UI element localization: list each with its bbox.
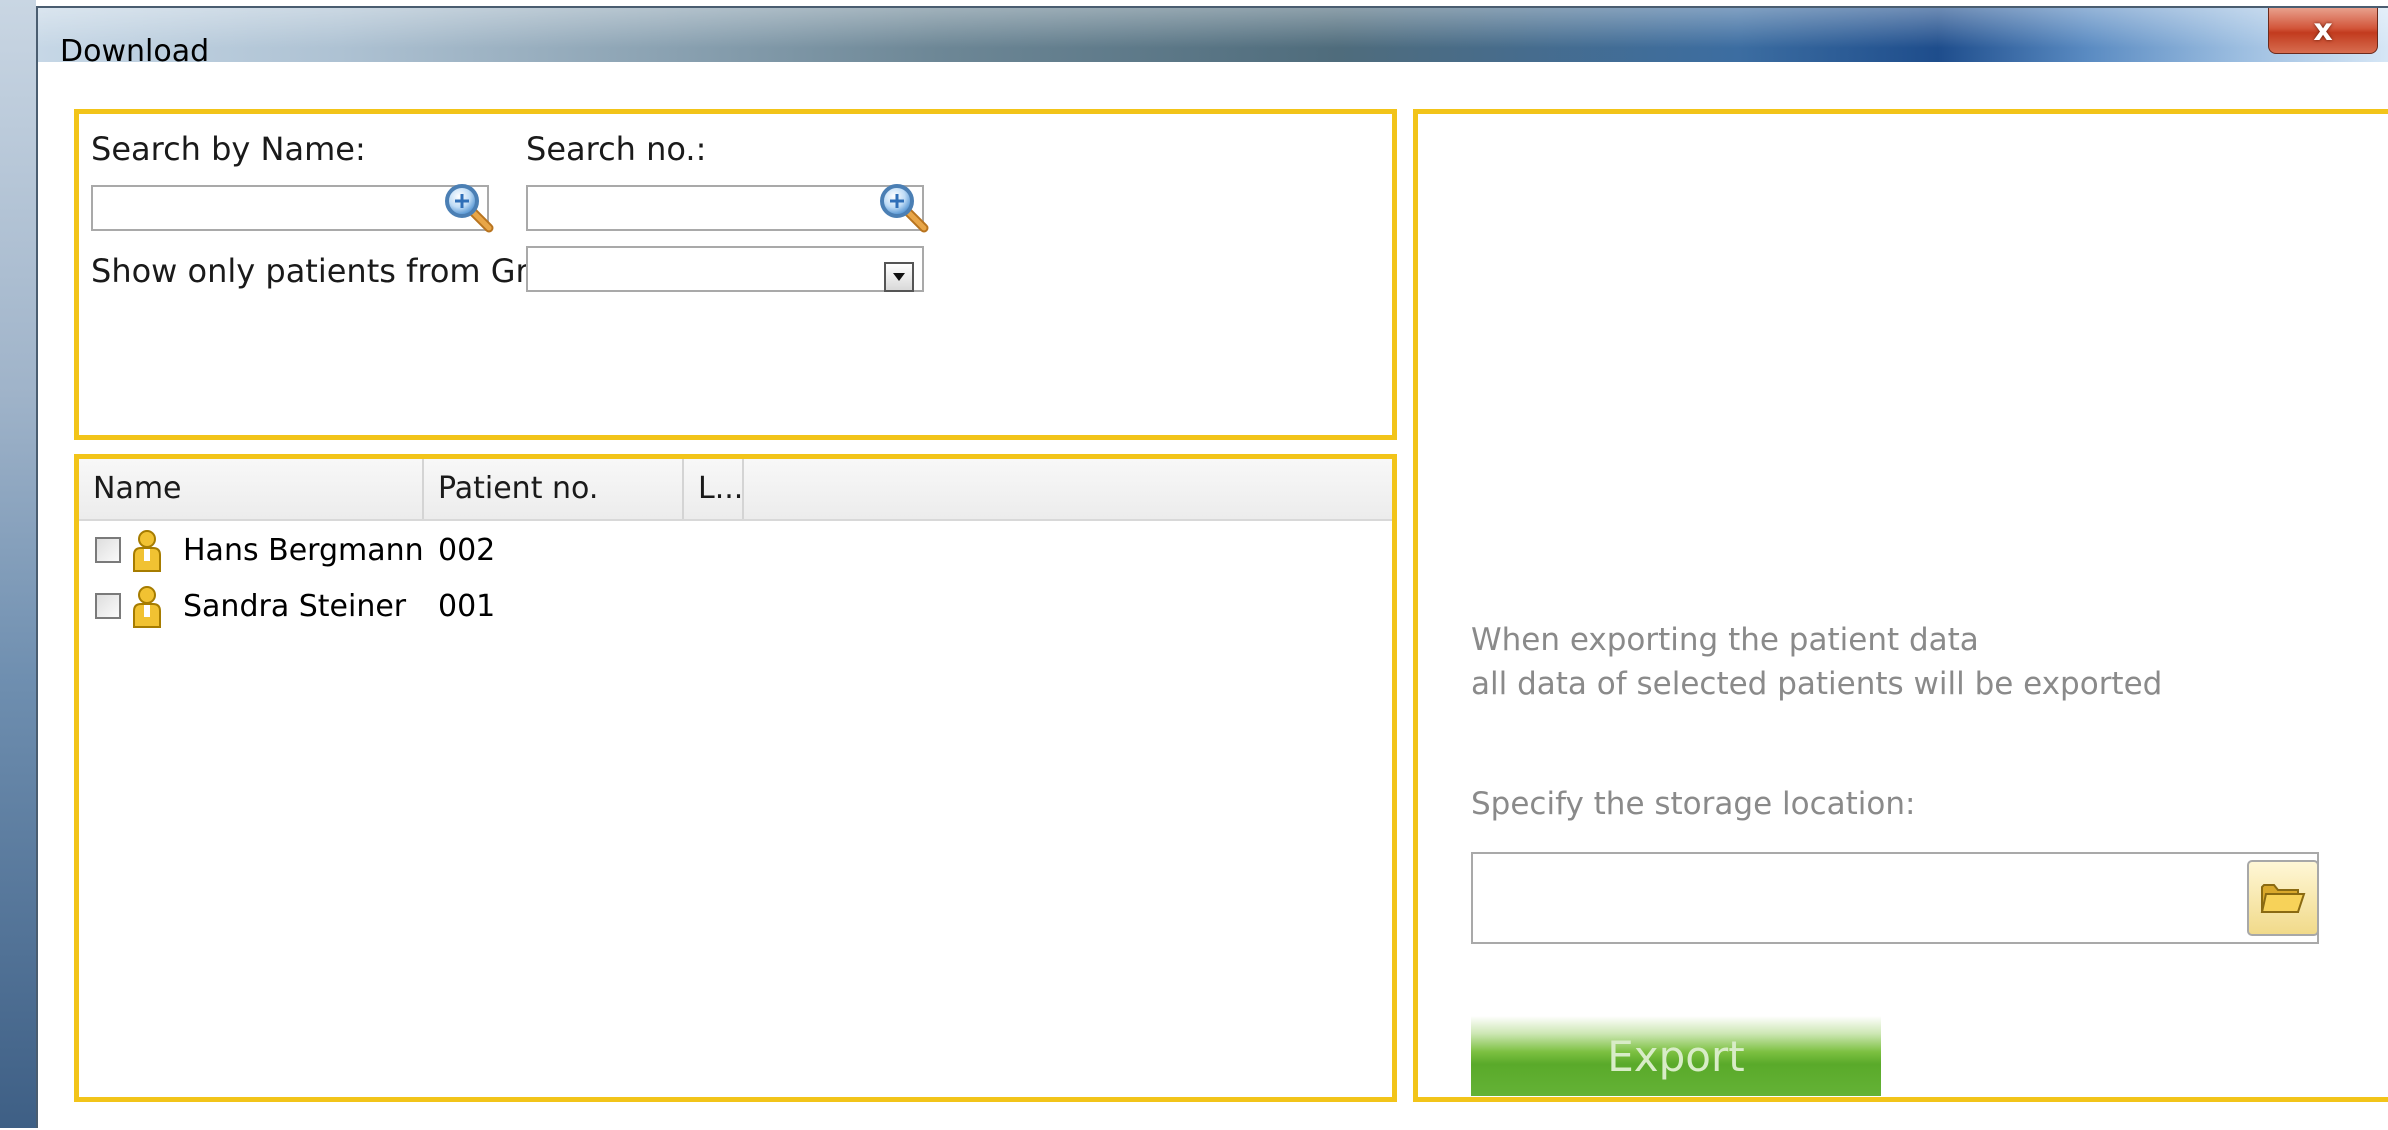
column-header-l[interactable]: L... — [684, 459, 744, 519]
patient-name: Sandra Steiner — [183, 589, 407, 624]
desktop-background — [0, 0, 36, 1128]
group-select[interactable] — [526, 246, 924, 292]
list-header: Name Patient no. L... — [79, 459, 1392, 521]
column-header-patient-no[interactable]: Patient no. — [424, 459, 684, 519]
dialog-content: Search by Name: Search no.: Show only pa… — [38, 62, 2388, 1130]
search-icon[interactable] — [441, 180, 497, 236]
person-icon — [133, 530, 161, 572]
row-checkbox[interactable] — [95, 593, 121, 619]
search-name-input[interactable] — [91, 185, 489, 231]
patient-list-panel: Name Patient no. L... Hans Bergmann 002 — [74, 454, 1397, 1102]
storage-location-label: Specify the storage location: — [1471, 786, 1916, 822]
search-icon[interactable] — [876, 180, 932, 236]
group-filter-label: Show only patients from Group: — [91, 252, 599, 290]
export-panel: When exporting the patient data all data… — [1413, 109, 2388, 1102]
export-button[interactable]: Export — [1471, 1016, 1881, 1096]
table-row[interactable]: Sandra Steiner 001 — [79, 579, 1392, 635]
close-button[interactable]: x — [2268, 8, 2378, 54]
search-by-name-label: Search by Name: — [91, 130, 366, 168]
chevron-down-icon[interactable] — [884, 262, 914, 292]
folder-open-icon — [2260, 884, 2306, 913]
patient-name: Hans Bergmann — [183, 533, 424, 568]
search-number-input[interactable] — [526, 185, 924, 231]
download-dialog: Download x Search by Name: Search no.: S… — [36, 6, 2388, 1130]
column-header-name[interactable]: Name — [79, 459, 424, 519]
window-title: Download — [60, 34, 210, 69]
close-icon: x — [2313, 13, 2333, 48]
search-number-label: Search no.: — [526, 130, 707, 168]
browse-folder-button[interactable] — [2247, 860, 2319, 936]
person-icon — [133, 586, 161, 628]
export-info-line-1: When exporting the patient data — [1471, 622, 1979, 658]
search-panel: Search by Name: Search no.: Show only pa… — [74, 109, 1397, 440]
row-checkbox[interactable] — [95, 537, 121, 563]
table-row[interactable]: Hans Bergmann 002 — [79, 523, 1392, 579]
patient-number: 001 — [438, 589, 496, 624]
export-info-line-2: all data of selected patients will be ex… — [1471, 666, 2163, 702]
storage-location-input[interactable] — [1471, 852, 2319, 944]
patient-number: 002 — [438, 533, 496, 568]
